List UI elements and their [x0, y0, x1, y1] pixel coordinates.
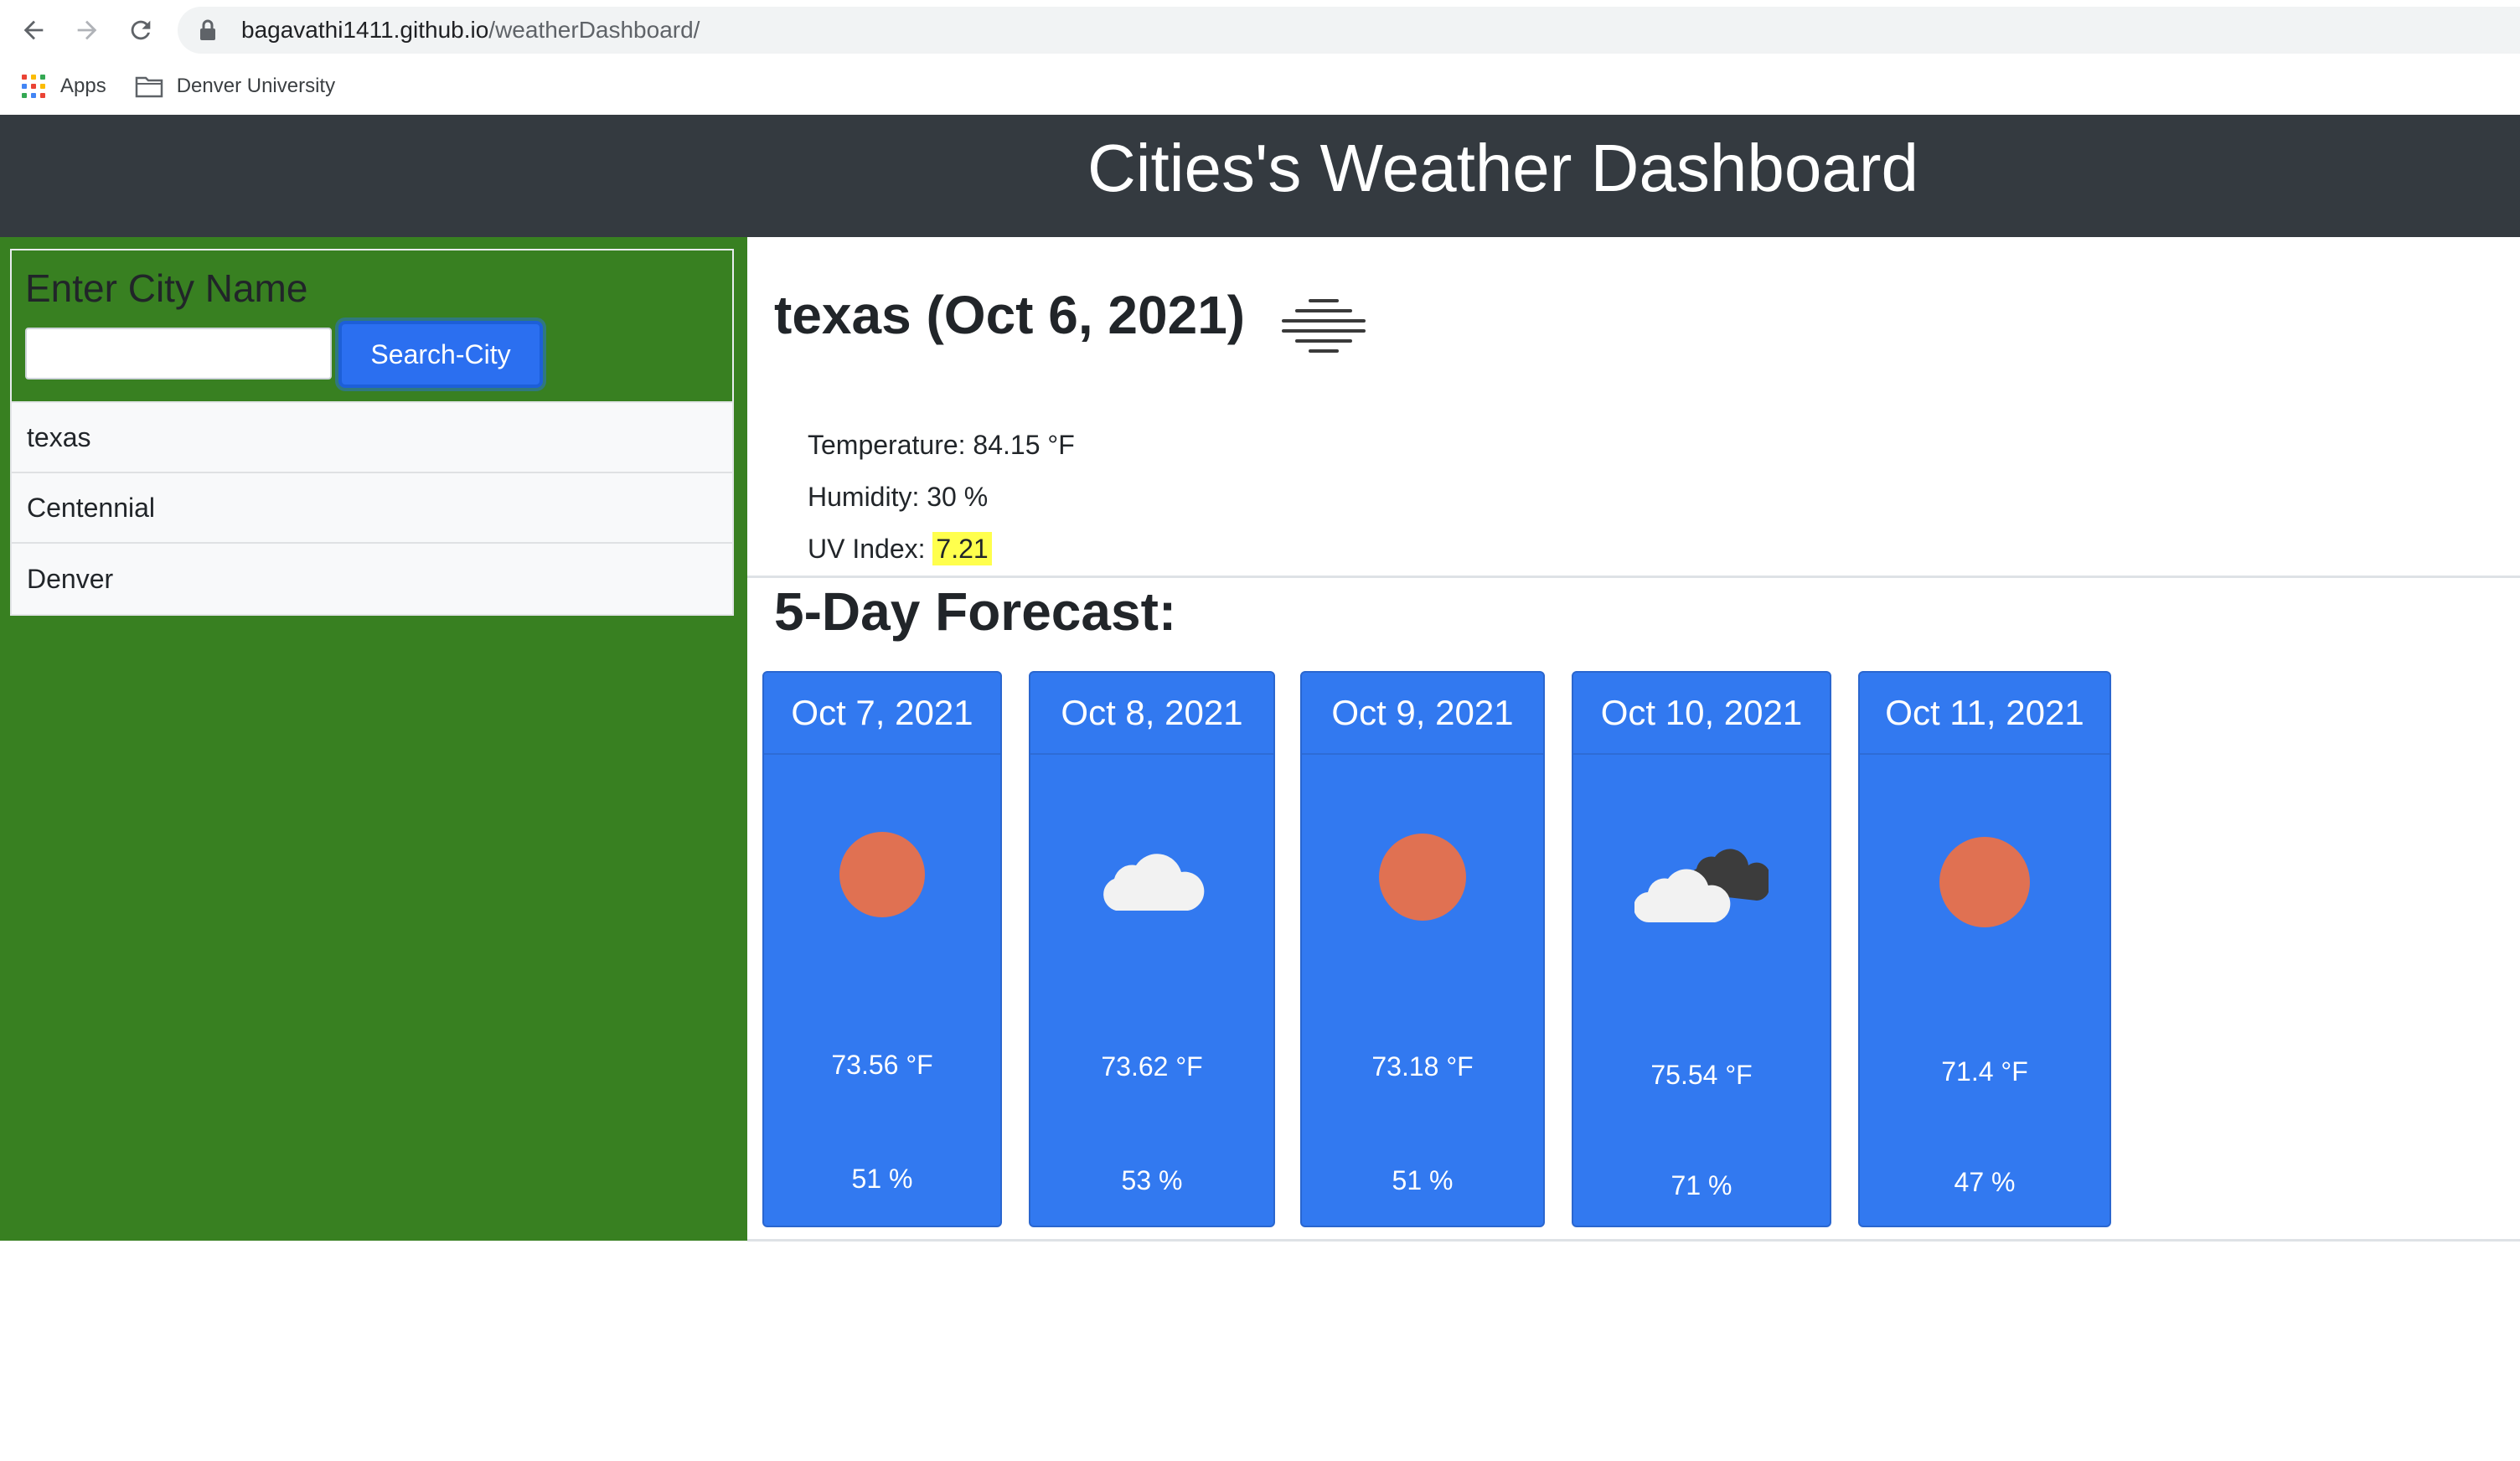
main-content: texas (Oct 6, 2021) Temperature: 84.15 °… [747, 237, 2520, 1242]
forecast-humidity: 51 % [1392, 1165, 1454, 1195]
forecast-humidity: 51 % [851, 1164, 913, 1194]
forecast-temp: 71.4 °F [1941, 1056, 2028, 1087]
forecast-card: Oct 10, 2021 75.54 °F 71 % [1572, 671, 1831, 1227]
forecast-card: Oct 8, 2021 73.62 °F 53 % [1029, 671, 1275, 1227]
forecast-card: Oct 9, 2021 73.18 °F 51 % [1300, 671, 1545, 1227]
forecast-date: Oct 9, 2021 [1302, 673, 1543, 755]
forecast-date: Oct 8, 2021 [1030, 673, 1273, 755]
forecast-date: Oct 11, 2021 [1860, 673, 2109, 755]
forecast-temp: 73.18 °F [1371, 1051, 1474, 1082]
current-humidity: Humidity: 30 % [808, 482, 989, 512]
city-history-list: texas Centennial Denver [10, 401, 734, 616]
cloud-icon [1030, 840, 1273, 912]
bookmark-denver-university[interactable]: Denver University [135, 75, 335, 98]
section-divider [747, 1239, 2520, 1242]
forward-arrow-icon [77, 20, 97, 40]
reload-icon [131, 20, 151, 40]
forecast-temp: 73.56 °F [831, 1050, 933, 1080]
search-panel: Enter City Name Search-City texas Centen… [10, 249, 734, 850]
search-form: Enter City Name Search-City [10, 249, 734, 401]
address-bar[interactable]: bagavathi1411.github.io/weatherDashboard… [178, 7, 2520, 54]
bookmark-label: Apps [60, 75, 106, 97]
reload-button[interactable] [122, 12, 159, 49]
city-search-input[interactable] [25, 328, 332, 379]
search-city-button[interactable]: Search-City [338, 321, 543, 388]
forecast-date: Oct 10, 2021 [1573, 673, 1830, 755]
section-divider [747, 576, 2520, 578]
broken-clouds-icon [1573, 840, 1830, 924]
url-domain: bagavathi1411.github.io [241, 17, 489, 43]
forecast-date: Oct 7, 2021 [764, 673, 1000, 755]
city-item-denver[interactable]: Denver [12, 544, 732, 614]
lock-icon [200, 19, 215, 40]
bookmark-apps[interactable]: Apps [22, 75, 106, 98]
forecast-card: Oct 11, 2021 71.4 °F 47 % [1858, 671, 2111, 1227]
sun-icon [1860, 837, 2109, 927]
search-label: Enter City Name [25, 266, 308, 310]
city-item-texas[interactable]: texas [12, 403, 732, 473]
page-title: Cities's Weather Dashboard [1087, 131, 1919, 205]
forecast-humidity: 71 % [1671, 1170, 1732, 1200]
forecast-humidity: 47 % [1954, 1167, 2016, 1197]
forecast-humidity: 53 % [1121, 1165, 1183, 1195]
sun-icon [764, 832, 1000, 917]
forecast-temp: 73.62 °F [1101, 1051, 1203, 1082]
current-temperature: Temperature: 84.15 °F [808, 430, 1075, 460]
url-text: bagavathi1411.github.io/weatherDashboard… [241, 17, 700, 44]
mist-icon [1282, 299, 1366, 353]
forecast-temp: 75.54 °F [1650, 1060, 1753, 1090]
apps-grid-icon [22, 75, 45, 98]
uv-label: UV Index: [808, 534, 933, 564]
forecast-card: Oct 7, 2021 73.56 °F 51 % [762, 671, 1002, 1227]
uv-value-badge: 7.21 [932, 532, 992, 565]
forward-button[interactable] [69, 12, 106, 49]
current-uv-index: UV Index: 7.21 [808, 532, 992, 565]
sun-icon [1302, 834, 1543, 921]
page-header: Cities's Weather Dashboard [0, 115, 2520, 237]
bookmark-label: Denver University [176, 75, 336, 97]
forecast-title: 5-Day Forecast: [774, 581, 1177, 642]
current-weather-title: texas (Oct 6, 2021) [774, 285, 1246, 345]
city-item-centennial[interactable]: Centennial [12, 473, 732, 544]
folder-icon [135, 76, 163, 98]
browser-toolbar: bagavathi1411.github.io/weatherDashboard… [0, 0, 2520, 60]
back-arrow-icon [23, 20, 44, 40]
sidebar: Enter City Name Search-City texas Centen… [0, 237, 747, 1241]
url-path: /weatherDashboard/ [488, 17, 700, 43]
bookmarks-bar: Apps Denver University [0, 60, 2520, 112]
back-button[interactable] [15, 12, 52, 49]
